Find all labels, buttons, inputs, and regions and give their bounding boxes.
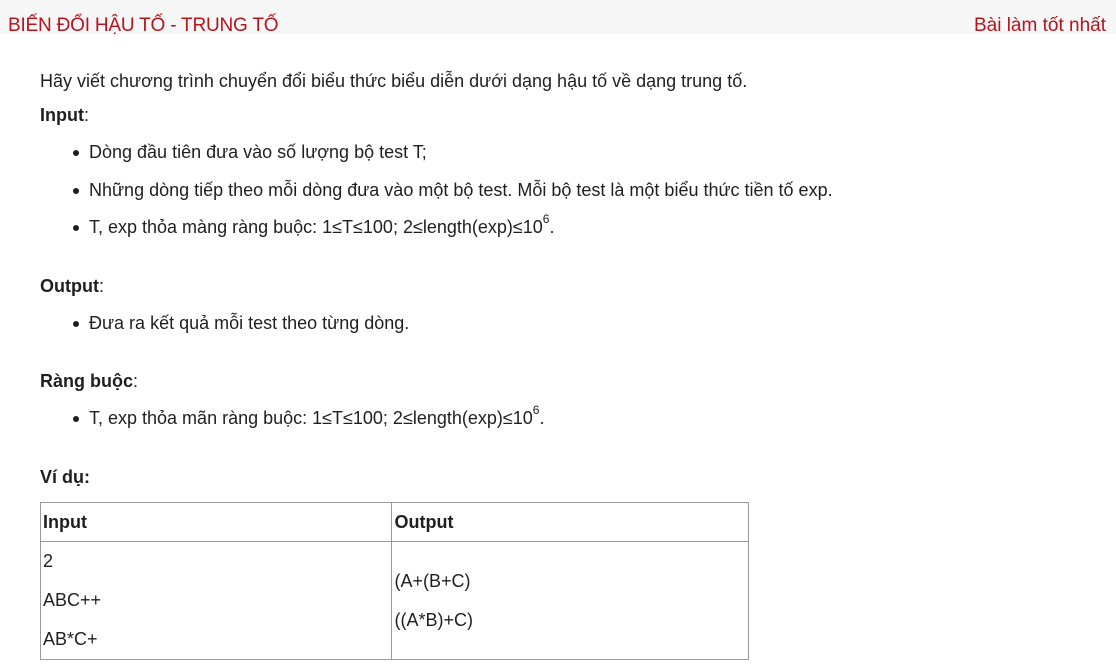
example-output-line: ((A*B)+C)	[394, 609, 473, 630]
example-input-line: AB*C+	[43, 629, 98, 649]
output-list: Đưa ra kết quả mỗi test theo từng dòng.	[40, 305, 1100, 343]
example-input-line: 2	[43, 551, 54, 571]
input-item-3-exponent: 6	[542, 212, 550, 226]
constraints-colon: :	[133, 371, 139, 391]
example-table: Input Output 2 ABC++ AB*C+ (A+(B+C) ((A*…	[39, 502, 749, 660]
input-colon: :	[83, 105, 89, 125]
output-section-label: Output:	[40, 267, 1100, 305]
example-input-line: ABC++	[43, 590, 102, 610]
input-list: Dòng đầu tiên đưa vào số lượng bộ test T…	[40, 134, 1100, 247]
constraints-list: T, exp thỏa mãn ràng buộc: 1≤T≤100; 2≤le…	[40, 400, 1100, 438]
header-bar: BIẾN ĐỔI HẬU TỐ - TRUNG TỐ Bài làm tốt n…	[0, 0, 1116, 37]
table-header-row: Input Output	[39, 502, 749, 542]
table-header-output: Output	[391, 502, 749, 542]
example-output-cell: (A+(B+C) ((A*B)+C)	[391, 541, 749, 660]
input-item-3: T, exp thỏa màng ràng buộc: 1≤T≤100; 2≤l…	[89, 217, 543, 237]
input-item-2: Những dòng tiếp theo mỗi dòng đưa vào mộ…	[89, 179, 833, 200]
table-header-input: Input	[39, 502, 393, 542]
example-section-label: Ví dụ:	[40, 458, 1100, 496]
output-label: Output	[40, 275, 99, 296]
constraints-label: Ràng buộc	[40, 371, 133, 391]
input-item-1: Dòng đầu tiên đưa vào số lượng bộ test T…	[89, 142, 427, 162]
problem-statement: Hãy viết chương trình chuyển đổi biểu th…	[40, 66, 1100, 496]
input-label: Input	[40, 105, 84, 125]
best-solution-link[interactable]: Bài làm tốt nhất	[974, 15, 1106, 37]
problem-intro: Hãy viết chương trình chuyển đổi biểu th…	[40, 71, 748, 91]
constraints-section-label: Ràng buộc:	[40, 362, 1100, 400]
input-item-3-tail: .	[549, 217, 555, 237]
list-item: T, exp thỏa màng ràng buộc: 1≤T≤100; 2≤l…	[73, 209, 1100, 247]
example-output-line: (A+(B+C)	[394, 570, 471, 591]
constraints-tail: .	[539, 408, 545, 428]
constraints-exponent: 6	[532, 403, 540, 417]
output-item-1: Đưa ra kết quả mỗi test theo từng dòng.	[89, 312, 410, 333]
constraints-item-1: T, exp thỏa mãn ràng buộc: 1≤T≤100; 2≤le…	[89, 408, 533, 428]
example-input-cell: 2 ABC++ AB*C+	[39, 541, 393, 660]
list-item: T, exp thỏa mãn ràng buộc: 1≤T≤100; 2≤le…	[73, 400, 1100, 438]
problem-title: BIẾN ĐỔI HẬU TỐ - TRUNG TỐ	[8, 15, 279, 36]
output-colon: :	[98, 275, 104, 296]
list-item: Đưa ra kết quả mỗi test theo từng dòng.	[73, 305, 1100, 343]
table-row: 2 ABC++ AB*C+ (A+(B+C) ((A*B)+C)	[39, 541, 749, 660]
example-label: Ví dụ:	[40, 466, 90, 487]
input-section-label: Input:	[40, 96, 1100, 134]
list-item: Những dòng tiếp theo mỗi dòng đưa vào mộ…	[73, 172, 1100, 210]
list-item: Dòng đầu tiên đưa vào số lượng bộ test T…	[73, 134, 1100, 172]
